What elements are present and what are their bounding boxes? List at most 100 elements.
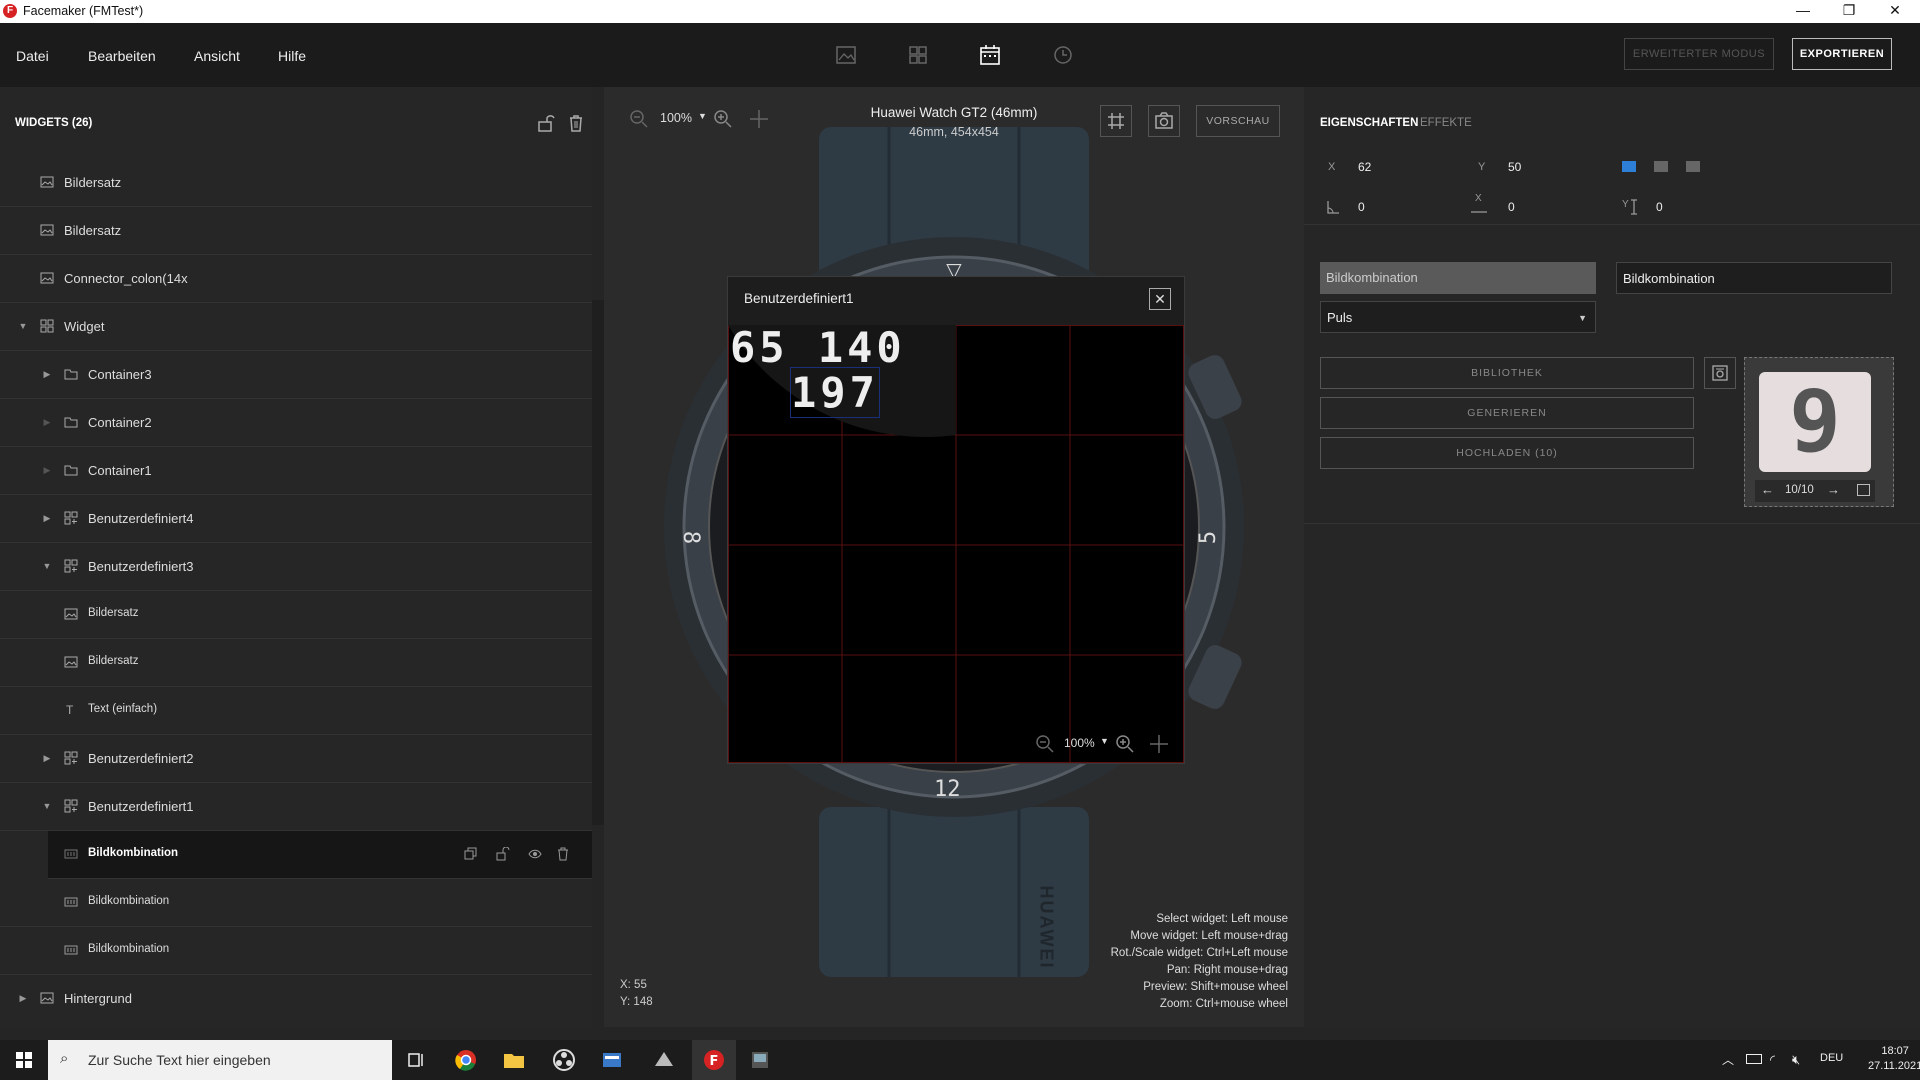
y-input[interactable]: 50 (1508, 160, 1521, 174)
menu-bearbeiten[interactable]: Bearbeiten (88, 48, 156, 64)
scale-y-input[interactable]: 0 (1656, 200, 1663, 214)
expand-arrow-icon[interactable]: ▶ (41, 464, 53, 476)
tab-effects[interactable]: EFFEKTE (1420, 117, 1472, 129)
zoom-in-icon[interactable] (712, 108, 734, 130)
align-right-icon[interactable] (1686, 161, 1700, 172)
tab-properties[interactable]: EIGENSCHAFTEN (1320, 117, 1418, 129)
next-arrow-icon[interactable]: → (1827, 482, 1840, 497)
dialog-zoom-in-icon[interactable] (1114, 733, 1136, 755)
app-icon[interactable] (748, 1048, 772, 1072)
upload-button[interactable]: HOCHLADEN (10) (1320, 437, 1694, 469)
menu-ansicht[interactable]: Ansicht (194, 48, 240, 64)
close-window-button[interactable]: ✕ (1872, 0, 1918, 23)
zoom-out-icon[interactable] (628, 108, 650, 130)
tree-item[interactable]: ▼ Benutzerdefiniert1 (0, 783, 592, 831)
calendar-mode-icon[interactable] (977, 42, 1003, 68)
restore-button[interactable]: ❐ (1826, 0, 1872, 23)
screenshot-button[interactable] (1148, 105, 1180, 137)
dialog-canvas[interactable]: 65 140 197 100% ▼ (728, 325, 1184, 763)
dialog-digits-line2[interactable]: 197 (790, 367, 880, 418)
clock[interactable]: 18:07 27.11.2021 (1868, 1045, 1920, 1072)
export-button[interactable]: EXPORTIEREN (1792, 38, 1892, 70)
app-icon[interactable] (600, 1048, 624, 1072)
preview-button[interactable]: VORSCHAU (1196, 105, 1280, 137)
tree-item[interactable]: ▼ Benutzerdefiniert3 (0, 543, 592, 591)
show-hidden-icons[interactable]: ︿ (1722, 1051, 1734, 1068)
grid-mode-icon[interactable] (905, 42, 931, 68)
chrome-icon[interactable] (454, 1048, 478, 1072)
minimize-button[interactable]: — (1780, 0, 1826, 23)
wifi-icon[interactable]: ◜ (1770, 1052, 1775, 1068)
duplicate-icon[interactable] (464, 847, 478, 861)
tree-item[interactable]: ▶ Container2 (0, 399, 592, 447)
tree-item[interactable]: ▼ Widget (0, 303, 592, 351)
collapse-arrow-icon[interactable]: ▼ (17, 320, 29, 332)
menu-datei[interactable]: Datei (16, 48, 49, 64)
expand-arrow-icon[interactable]: ▶ (17, 992, 29, 1004)
generate-button[interactable]: GENERIEREN (1320, 397, 1694, 429)
battery-icon[interactable] (1746, 1054, 1762, 1064)
canvas-area[interactable]: ▽ 8 5 12 HUAWEI 100% ▼ Huawei Watch GT2 … (604, 87, 1304, 1027)
language-indicator[interactable]: DEU (1820, 1052, 1843, 1064)
tree-item[interactable]: Bildkombination (0, 927, 592, 975)
widget-name-input[interactable]: Bildkombination (1616, 262, 1892, 294)
menu-hilfe[interactable]: Hilfe (278, 48, 306, 64)
tree-item[interactable]: ▶ Container3 (0, 351, 592, 399)
tree-item[interactable]: Connector_colon(14x (0, 255, 592, 303)
image-mode-icon[interactable] (833, 42, 859, 68)
align-left-icon[interactable] (1622, 161, 1636, 172)
grid-toggle-button[interactable] (1100, 105, 1132, 137)
tree-item[interactable]: Bildersatz (0, 591, 592, 639)
film-strip-icon[interactable] (1857, 484, 1870, 496)
speaker-muted-icon[interactable]: 🔇︎ (1792, 1052, 1800, 1068)
eye-icon[interactable] (528, 847, 542, 861)
obs-icon[interactable] (552, 1048, 576, 1072)
trash-icon[interactable] (556, 847, 570, 861)
dialog-zoom-out-icon[interactable] (1034, 733, 1056, 755)
widgets-scrollbar[interactable] (592, 300, 604, 825)
zoom-dropdown-icon[interactable]: ▼ (698, 111, 707, 121)
tree-item[interactable]: Bildersatz (0, 639, 592, 687)
zoom-level[interactable]: 100% (660, 111, 692, 125)
tree-item[interactable]: Bildersatz (0, 159, 592, 207)
x-input[interactable]: 62 (1358, 160, 1371, 174)
dialog-zoom-dropdown-icon[interactable]: ▼ (1100, 736, 1109, 746)
unlock-icon[interactable] (496, 847, 510, 861)
windows-start-icon[interactable] (12, 1048, 36, 1072)
app-icon[interactable] (652, 1048, 676, 1072)
clock-mode-icon[interactable] (1050, 42, 1076, 68)
rotation-input[interactable]: 0 (1358, 200, 1365, 214)
expand-arrow-icon[interactable]: ▶ (41, 752, 53, 764)
tree-item[interactable]: Bildersatz (0, 207, 592, 255)
collapse-arrow-icon[interactable]: ▼ (41, 560, 53, 572)
collapse-arrow-icon[interactable]: ▼ (41, 800, 53, 812)
tree-item-selected[interactable]: Bildkombination (48, 831, 592, 879)
file-explorer-icon[interactable] (502, 1048, 526, 1072)
expand-arrow-icon[interactable]: ▶ (41, 512, 53, 524)
trash-icon[interactable] (566, 113, 586, 133)
task-view-icon[interactable] (404, 1048, 428, 1072)
taskbar-active-app[interactable]: F (692, 1040, 736, 1080)
dialog-zoom-level[interactable]: 100% (1064, 736, 1095, 750)
align-center-icon[interactable] (1654, 161, 1668, 172)
dialog-pan-icon[interactable] (1148, 733, 1170, 755)
expand-arrow-icon[interactable]: ▶ (41, 416, 53, 428)
tree-item[interactable]: ▶ Benutzerdefiniert4 (0, 495, 592, 543)
extended-mode-button[interactable]: ERWEITERTER MODUS (1624, 38, 1774, 70)
scale-x-input[interactable]: 0 (1508, 200, 1515, 214)
prev-arrow-icon[interactable]: ← (1761, 482, 1774, 497)
library-button[interactable]: BIBLIOTHEK (1320, 357, 1694, 389)
save-image-button[interactable] (1704, 357, 1736, 389)
pan-icon[interactable] (748, 108, 770, 130)
tree-item[interactable]: Bildkombination (0, 879, 592, 927)
tree-item[interactable]: ▶ Container1 (0, 447, 592, 495)
tree-item[interactable]: ▶ Benutzerdefiniert2 (0, 735, 592, 783)
tree-item[interactable]: T Text (einfach) (0, 687, 592, 735)
tree-item[interactable]: ▶ Hintergrund (0, 975, 592, 1023)
dialog-close-button[interactable]: ✕ (1149, 288, 1171, 310)
widget-icon (40, 319, 54, 333)
expand-arrow-icon[interactable]: ▶ (41, 368, 53, 380)
taskbar-search-input[interactable]: ⌕ Zur Suche Text hier eingeben (48, 1040, 392, 1080)
data-source-select[interactable]: Puls ▼ (1320, 301, 1596, 333)
unlock-icon[interactable] (536, 113, 556, 133)
